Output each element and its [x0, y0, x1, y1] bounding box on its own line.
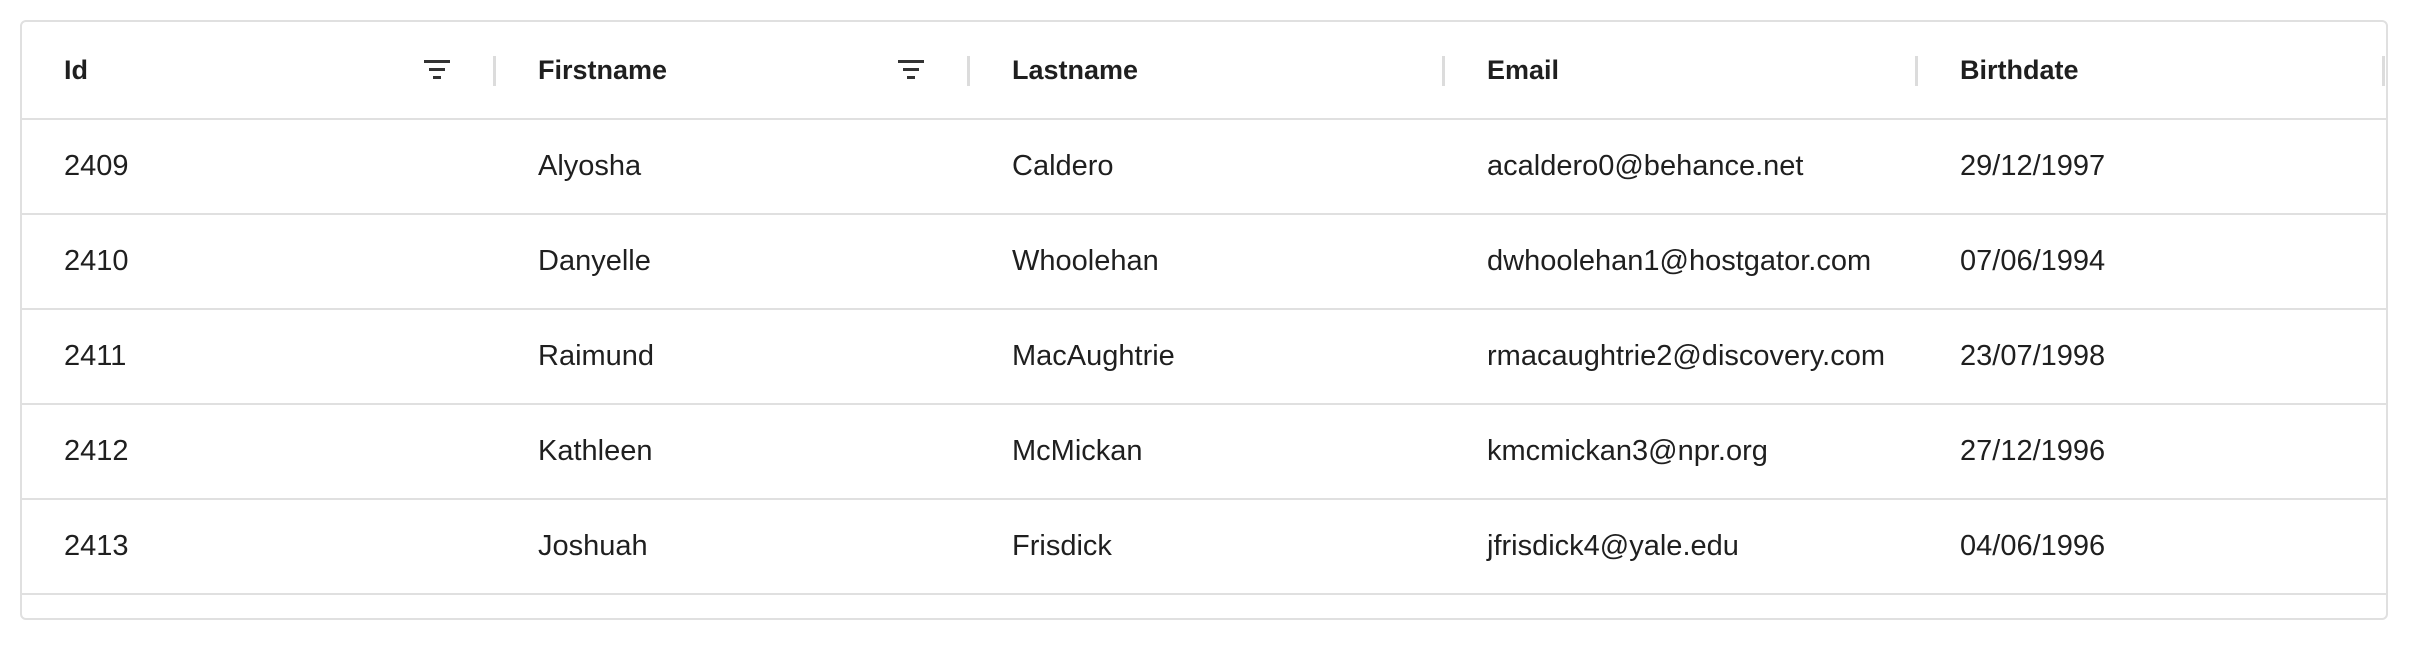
- cell-id: 2409: [64, 150, 129, 182]
- column-title-lastname: Lastname: [1012, 55, 1139, 85]
- cell-email: acaldero0@behance.net: [1487, 150, 1804, 182]
- cell-lastname: Caldero: [1012, 150, 1114, 182]
- cell-firstname: Raimund: [538, 340, 655, 372]
- table-row[interactable]: 2410 Danyelle Whoolehan dwhoolehan1@host…: [22, 215, 2386, 310]
- column-header-birthdate[interactable]: Birthdate: [1918, 22, 2386, 118]
- cell-firstname: Alyosha: [538, 150, 642, 182]
- table-row[interactable]: 2413 Joshuah Frisdick jfrisdick4@yale.ed…: [22, 500, 2386, 595]
- cell-firstname: Danyelle: [538, 245, 651, 277]
- column-header-email[interactable]: Email: [1444, 22, 1918, 118]
- cell-id: 2413: [64, 530, 129, 562]
- cell-lastname: MacAughtrie: [1012, 340, 1175, 372]
- cell-firstname: Kathleen: [538, 435, 653, 467]
- cell-email: rmacaughtrie2@discovery.com: [1487, 340, 1885, 372]
- cell-lastname: Frisdick: [1012, 530, 1112, 562]
- cell-email: jfrisdick4@yale.edu: [1487, 530, 1739, 562]
- cell-email: kmcmickan3@npr.org: [1487, 435, 1768, 467]
- column-separator[interactable]: [2382, 56, 2385, 86]
- cell-birthdate: 29/12/1997: [1960, 150, 2106, 182]
- column-title-email: Email: [1487, 55, 1560, 85]
- filter-icon[interactable]: [422, 56, 452, 84]
- data-grid: Id Firstname Lastname Email Birthdate 24…: [20, 20, 2388, 620]
- column-title-birthdate: Birthdate: [1960, 55, 2079, 85]
- table-row[interactable]: 2412 Kathleen McMickan kmcmickan3@npr.or…: [22, 405, 2386, 500]
- cell-birthdate: 23/07/1998: [1960, 340, 2106, 372]
- column-title-id: Id: [64, 55, 88, 85]
- filter-icon[interactable]: [896, 56, 926, 84]
- cell-id: 2410: [64, 245, 129, 277]
- cell-birthdate: 27/12/1996: [1960, 435, 2106, 467]
- cell-birthdate: 04/06/1996: [1960, 530, 2106, 562]
- column-header-lastname[interactable]: Lastname: [970, 22, 1445, 118]
- cell-lastname: Whoolehan: [1012, 245, 1159, 277]
- column-header-firstname[interactable]: Firstname: [496, 22, 970, 118]
- cell-id: 2411: [64, 340, 127, 372]
- column-title-firstname: Firstname: [538, 55, 668, 85]
- table-row[interactable]: 2411 Raimund MacAughtrie rmacaughtrie2@d…: [22, 310, 2386, 405]
- cell-firstname: Joshuah: [538, 530, 648, 562]
- cell-lastname: McMickan: [1012, 435, 1143, 467]
- table-row[interactable]: 2409 Alyosha Caldero acaldero0@behance.n…: [22, 120, 2386, 215]
- cell-email: dwhoolehan1@hostgator.com: [1487, 245, 1872, 277]
- cell-id: 2412: [64, 435, 129, 467]
- column-header-row: Id Firstname Lastname Email Birthdate: [22, 22, 2386, 120]
- cell-birthdate: 07/06/1994: [1960, 245, 2106, 277]
- column-header-id[interactable]: Id: [22, 22, 496, 118]
